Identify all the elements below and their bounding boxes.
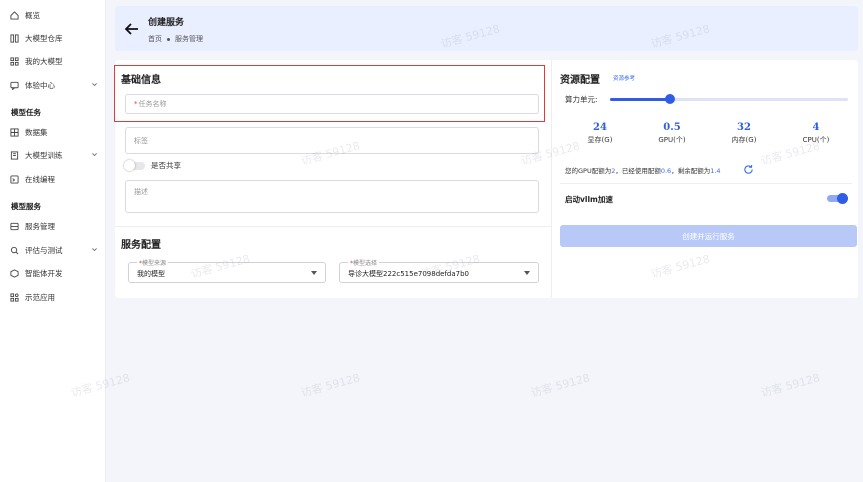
- breadcrumb-current: 服务管理: [175, 35, 203, 43]
- sidebar-item-overview[interactable]: 概览: [10, 7, 100, 23]
- agent-icon: [10, 268, 19, 278]
- resource-divider: [560, 183, 852, 184]
- watermark: 访客 59128: [759, 371, 822, 400]
- chevron-down-icon: [91, 246, 98, 255]
- sidebar-item-label: 智能体开发: [25, 268, 63, 278]
- eval-icon: [10, 246, 19, 255]
- stat-value: 32: [737, 122, 751, 133]
- sidebar-item-evaluation[interactable]: 评估与测试: [10, 242, 100, 258]
- sidebar-item-service-management[interactable]: 服务管理: [10, 218, 100, 234]
- description-textarea[interactable]: 描述: [125, 180, 539, 213]
- sidebar-item-label: 我的大模型: [25, 56, 63, 66]
- breadcrumb-separator: [167, 37, 170, 41]
- vllm-label: 启动vllm加速: [565, 195, 613, 204]
- compute-unit-label: 算力单元:: [565, 95, 598, 104]
- model-source-value: 我的模型: [137, 270, 165, 278]
- sidebar-item-label: 大模型仓库: [25, 33, 63, 43]
- description-placeholder: 描述: [134, 188, 148, 196]
- sidebar-item-label: 体验中心: [25, 80, 55, 90]
- panel-divider: [551, 60, 552, 298]
- compute-unit-slider[interactable]: [610, 94, 848, 104]
- sidebar-item-label: 大模型训练: [25, 150, 63, 160]
- sidebar-item-model-repo[interactable]: 大模型仓库: [10, 30, 100, 46]
- stat-value: 0.5: [663, 122, 681, 133]
- service-icon: [10, 222, 19, 231]
- stat-gpu: 0.5 GPU(个): [642, 122, 702, 145]
- home-icon: [10, 10, 19, 20]
- resource-reference-link[interactable]: 资源参考: [613, 74, 635, 82]
- resource-config-title: 资源配置: [560, 75, 600, 86]
- slider-fill: [610, 98, 670, 101]
- sidebar-item-label: 示范应用: [25, 292, 55, 302]
- sidebar-item-agent-dev[interactable]: 智能体开发: [10, 265, 100, 281]
- page-title: 创建服务: [148, 18, 185, 28]
- watermark: 访客 59128: [299, 371, 362, 400]
- model-select-label: *模型选择: [348, 258, 380, 267]
- code-icon: [10, 174, 19, 184]
- share-label: 是否共享: [151, 161, 181, 170]
- sidebar-item-experience[interactable]: 体验中心: [10, 77, 100, 93]
- gpu-quota-text: 您的GPU配额为2，已经使用配额0.6，剩余配额为1.4: [565, 167, 721, 175]
- sidebar-item-label: 服务管理: [25, 221, 55, 231]
- tag-placeholder: 标签: [134, 136, 148, 145]
- dataset-icon: [10, 127, 19, 137]
- caret-down-icon: [311, 271, 317, 275]
- section-title-model-services: 模型服务: [11, 202, 41, 211]
- sidebar-item-training[interactable]: 大模型训练: [10, 147, 100, 163]
- vllm-toggle[interactable]: [827, 193, 848, 204]
- highlight-box: [114, 65, 545, 122]
- section-title-model-tasks: 模型任务: [11, 108, 41, 117]
- service-config-title: 服务配置: [121, 240, 161, 251]
- caret-down-icon: [524, 271, 530, 275]
- chat-icon: [10, 81, 19, 90]
- section-divider: [115, 226, 551, 227]
- toggle-knob: [124, 160, 135, 171]
- sidebar-item-label: 在线编程: [25, 174, 55, 184]
- stat-memory: 32 内存(G): [714, 122, 774, 145]
- watermark: 访客 59128: [529, 371, 592, 400]
- create-and-run-button[interactable]: 创建并运行服务: [560, 225, 857, 247]
- stat-label: 内存(G): [731, 136, 757, 144]
- share-toggle[interactable]: [124, 160, 145, 171]
- model-source-label: *模型来源: [137, 258, 169, 267]
- stat-label: GPU(个): [658, 136, 686, 144]
- breadcrumb-home[interactable]: 首页: [148, 34, 162, 44]
- sidebar-item-label: 概览: [25, 10, 40, 20]
- slider-handle[interactable]: [664, 94, 675, 104]
- sidebar-item-online-coding[interactable]: 在线编程: [10, 171, 100, 187]
- sidebar-item-demo-apps[interactable]: 示范应用: [10, 289, 100, 305]
- apps-icon: [10, 56, 19, 66]
- stat-value: 24: [593, 122, 607, 133]
- chevron-down-icon: [91, 81, 98, 90]
- refresh-icon[interactable]: [743, 164, 754, 175]
- chevron-down-icon: [91, 151, 98, 160]
- training-icon: [10, 150, 19, 160]
- breadcrumb: 首页 服务管理: [148, 34, 203, 44]
- sidebar-item-label: 评估与测试: [25, 245, 63, 255]
- sidebar-item-label: 数据集: [25, 127, 48, 137]
- demo-icon: [10, 292, 19, 302]
- grid-icon: [10, 33, 19, 43]
- sidebar-item-datasets[interactable]: 数据集: [10, 124, 100, 140]
- back-arrow-icon[interactable]: [124, 21, 140, 37]
- toggle-knob: [837, 193, 848, 204]
- sidebar-item-my-models[interactable]: 我的大模型: [10, 53, 100, 69]
- sidebar: 概览 大模型仓库 我的大模型 体验中心 模型任务 数据集 大模型训练 在线编程 …: [0, 0, 106, 482]
- stat-value: 4: [812, 122, 820, 133]
